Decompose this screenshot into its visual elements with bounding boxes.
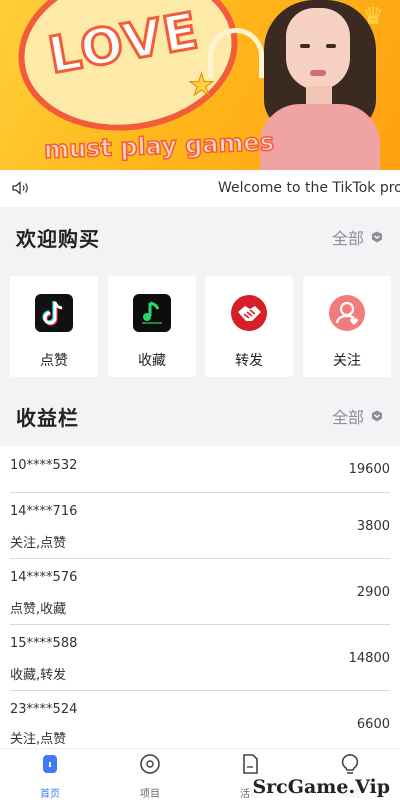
- earnings-section-header: 收益栏 全部: [0, 386, 400, 446]
- chevron-right-icon: [372, 231, 382, 243]
- view-all-buy-link[interactable]: 全部: [332, 225, 384, 249]
- amount: 14800: [348, 651, 390, 666]
- tab-home[interactable]: 首页: [0, 749, 100, 800]
- follow-user-icon: [328, 294, 366, 332]
- notice-bar: Welcome to the TikTok pror: [0, 170, 400, 207]
- user-id: 14****716: [10, 504, 78, 519]
- chevron-right-icon: [372, 410, 382, 422]
- category-label: 关注: [333, 353, 361, 369]
- amount: 2900: [356, 585, 390, 600]
- tiktok-icon: [35, 294, 73, 332]
- star-icon: ★: [188, 68, 216, 104]
- view-all-label: 全部: [331, 229, 364, 248]
- buy-section-header: 欢迎购买 全部: [0, 207, 400, 267]
- list-item[interactable]: 23****524 关注,点赞 6600: [10, 691, 390, 748]
- notice-text: Welcome to the TikTok pror: [218, 180, 400, 196]
- section-title-earnings: 收益栏: [16, 405, 79, 430]
- tab-label: 项目: [140, 789, 160, 800]
- headphones-icon: [208, 28, 264, 78]
- list-item[interactable]: 10****532 19600: [10, 446, 390, 493]
- banner-model-image: [258, 0, 382, 170]
- user-id: 14****576: [10, 570, 78, 585]
- action-types: 收藏,转发: [10, 668, 67, 683]
- home-icon: [43, 755, 57, 773]
- tab-projects[interactable]: 项目: [100, 749, 200, 800]
- handshake-icon: [230, 294, 268, 332]
- amount: 19600: [348, 462, 390, 477]
- tab-label: 首页: [40, 789, 60, 800]
- category-share[interactable]: 转发: [205, 276, 293, 377]
- list-item[interactable]: 15****588 收藏,转发 14800: [10, 625, 390, 691]
- category-label: 点赞: [40, 353, 68, 369]
- section-title-buy: 欢迎购买: [16, 226, 100, 251]
- earnings-list: 10****532 19600 14****716 关注,点赞 3800 14*…: [0, 446, 400, 748]
- speaker-icon: [12, 181, 28, 195]
- project-icon: [140, 754, 160, 774]
- category-grid: 点赞 收藏 转发 关注: [0, 276, 400, 378]
- action-types: 点赞,收藏: [10, 602, 67, 617]
- list-item[interactable]: 14****576 点赞,收藏 2900: [10, 559, 390, 625]
- list-item[interactable]: 14****716 关注,点赞 3800: [10, 493, 390, 559]
- amount: 6600: [356, 717, 390, 732]
- action-types: 关注,点赞: [10, 732, 67, 747]
- amount: 3800: [356, 519, 390, 534]
- view-all-label: 全部: [331, 408, 364, 427]
- music-app-icon: [133, 294, 171, 332]
- user-id: 10****532: [10, 458, 78, 473]
- user-id: 15****588: [10, 636, 78, 651]
- activity-icon: [243, 754, 258, 774]
- view-all-earnings-link[interactable]: 全部: [332, 404, 384, 428]
- profile-icon: [341, 754, 359, 774]
- banner-tagline: must play games: [43, 127, 275, 165]
- category-follow[interactable]: 关注: [303, 276, 391, 377]
- category-label: 收藏: [138, 353, 166, 369]
- action-types: 关注,点赞: [10, 536, 67, 551]
- category-like[interactable]: 点赞: [10, 276, 98, 377]
- watermark-text: SrcGame.Vip: [250, 776, 392, 798]
- category-label: 转发: [235, 353, 263, 369]
- category-favorite[interactable]: 收藏: [108, 276, 196, 377]
- promo-banner[interactable]: LOVE ★ ♛ must play games: [0, 0, 400, 170]
- user-id: 23****524: [10, 702, 78, 717]
